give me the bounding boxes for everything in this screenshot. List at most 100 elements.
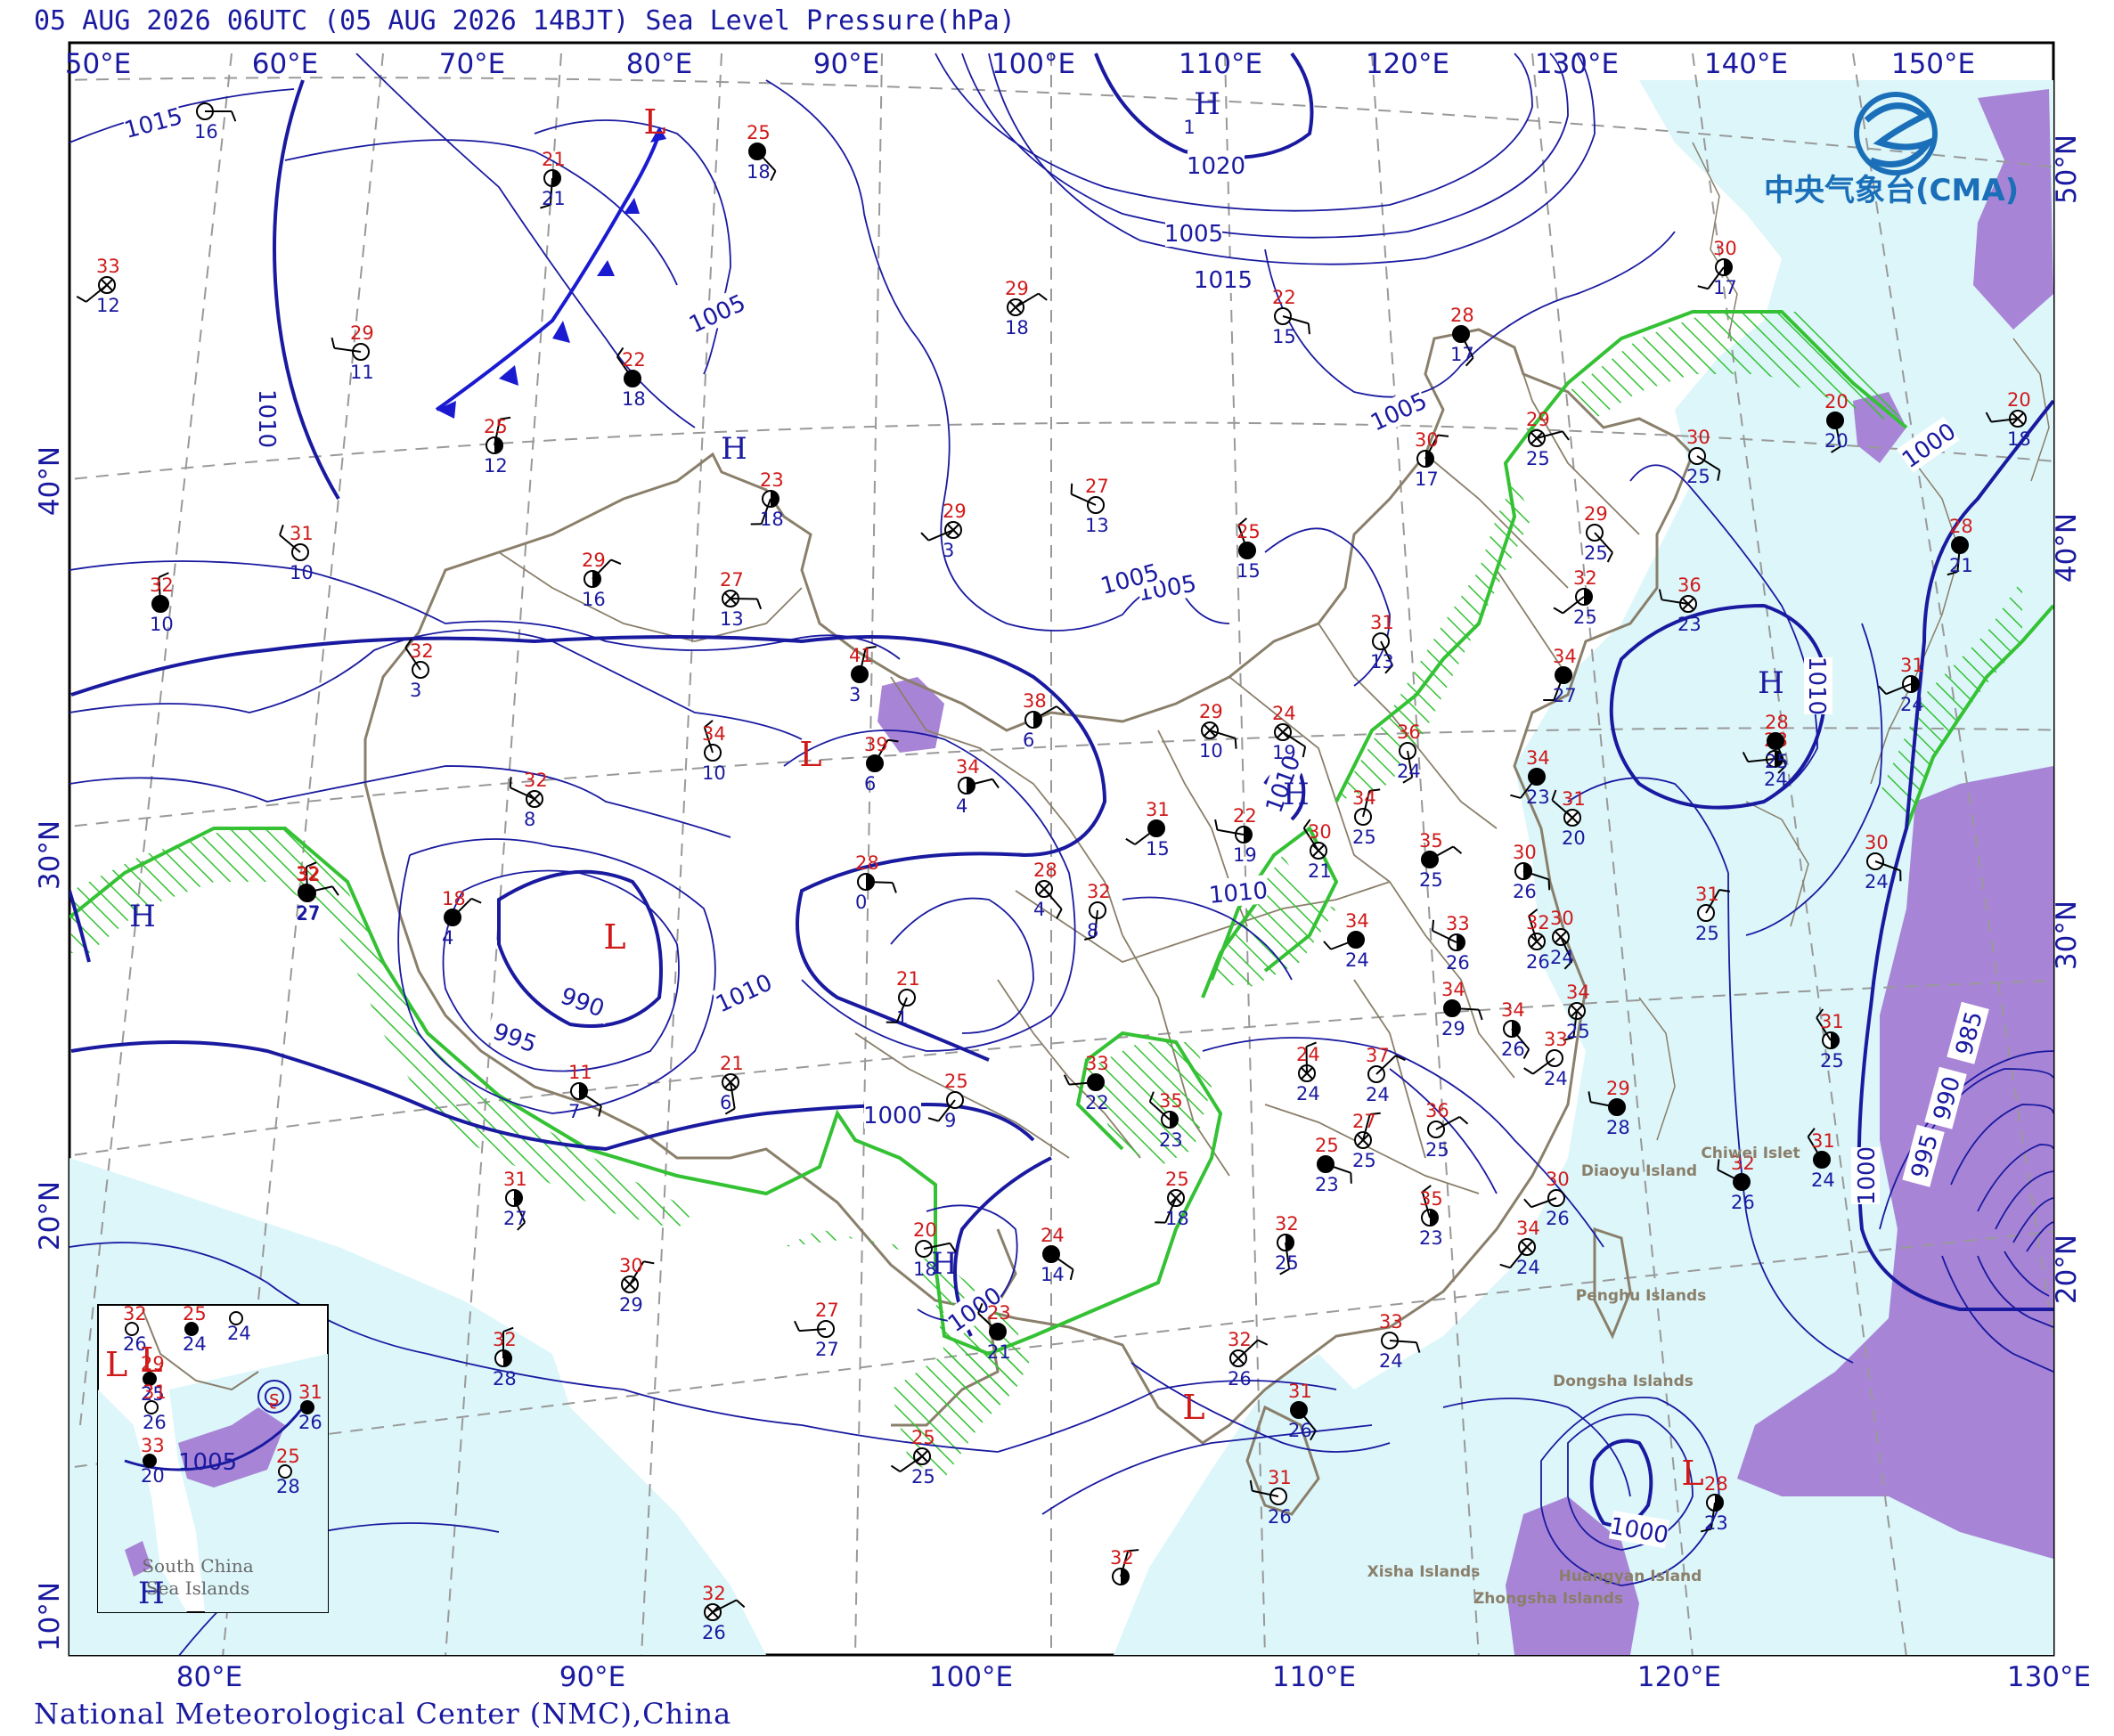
island-label: Dongsha Islands <box>1553 1373 1694 1390</box>
station-temperature: 30 <box>1415 429 1439 451</box>
lon-label-bottom: 110°E <box>1272 1661 1356 1693</box>
station-dewpoint: 3 <box>943 540 954 561</box>
isobar-label: 1015 <box>1194 265 1253 294</box>
station-temperature: 32 <box>1573 567 1597 589</box>
high-pressure-center: H <box>1283 777 1310 812</box>
station-temperature: 32 <box>296 863 320 884</box>
inset-station-temperature: 32 <box>123 1303 147 1324</box>
station-dewpoint: 19 <box>1272 742 1296 763</box>
station-dewpoint: 4 <box>442 927 453 949</box>
station-temperature: 34 <box>1352 787 1376 809</box>
station-dewpoint: 24 <box>1379 1350 1403 1372</box>
station-dewpoint: 10 <box>1199 740 1223 762</box>
station-temperature: 32 <box>150 575 174 596</box>
lat-label-right: 30°N <box>2051 901 2083 970</box>
station-temperature: 30 <box>1550 908 1574 929</box>
station-temperature: 31 <box>1370 612 1394 633</box>
station-dewpoint: 25 <box>1419 869 1443 891</box>
station-temperature: 30 <box>1865 832 1889 853</box>
lon-label-bottom: 80°E <box>176 1661 243 1693</box>
station-temperature: 25 <box>944 1071 968 1092</box>
lon-label-top: 130°E <box>1535 48 1619 80</box>
station-temperature: 23 <box>760 469 784 491</box>
station-temperature: 37 <box>1366 1045 1390 1066</box>
station-dewpoint: 26 <box>702 1622 726 1643</box>
station-temperature: 28 <box>855 852 879 874</box>
station-dewpoint: 13 <box>1370 651 1394 672</box>
station-dewpoint: 27 <box>1553 685 1577 706</box>
lon-label-top: 100°E <box>992 48 1075 80</box>
station-temperature: 24 <box>1041 1225 1065 1246</box>
station-dewpoint: 27 <box>503 1208 527 1229</box>
station-temperature: 34 <box>1441 979 1465 1000</box>
station-temperature: 34 <box>702 723 726 745</box>
lon-label-bottom: 90°E <box>559 1661 626 1693</box>
station-dewpoint: 28 <box>1606 1117 1630 1138</box>
station-temperature: 30 <box>1686 427 1710 448</box>
station-temperature: 27 <box>815 1300 839 1321</box>
cma-logo-text: 中央气象台(CMA) <box>1764 173 2019 208</box>
station-temperature: 31 <box>1288 1381 1312 1402</box>
station-temperature: 22 <box>622 349 646 371</box>
station-dewpoint: 25 <box>1686 466 1710 487</box>
station-temperature: 21 <box>720 1053 744 1074</box>
station-temperature: 24 <box>1296 1044 1320 1065</box>
station-temperature: 29 <box>350 322 374 344</box>
inset-station-dewpoint: 28 <box>276 1476 300 1497</box>
station-dewpoint: 24 <box>1544 1068 1568 1089</box>
station-dewpoint: 23 <box>1159 1129 1183 1151</box>
lon-label-top: 120°E <box>1366 48 1449 80</box>
station-temperature: 20 <box>1824 391 1849 412</box>
station-dewpoint: 18 <box>622 388 646 410</box>
station-temperature: 30 <box>1713 238 1737 259</box>
station-temperature: 32 <box>702 1583 726 1604</box>
station-temperature: 29 <box>1606 1078 1630 1099</box>
station-temperature: 32 <box>1228 1329 1252 1350</box>
station-temperature: 34 <box>1501 999 1525 1021</box>
station-dewpoint: 27 <box>296 902 320 924</box>
inset-station-dewpoint: 26 <box>298 1412 322 1433</box>
lon-label-top: 150°E <box>1891 48 1975 80</box>
station-temperature: 32 <box>524 770 548 791</box>
station-dewpoint: 26 <box>1268 1506 1292 1528</box>
station-dewpoint: 25 <box>1352 827 1376 848</box>
isobar-label: 1010 <box>1803 656 1832 715</box>
low-pressure-center: L <box>603 917 625 957</box>
station-temperature: 34 <box>1526 747 1550 769</box>
island-label: Zhongsha Islands <box>1473 1590 1623 1608</box>
station-temperature: 28 <box>1765 712 1789 733</box>
station-temperature: 23 <box>987 1302 1011 1324</box>
station-dewpoint: 24 <box>1366 1084 1390 1105</box>
station-dewpoint: 18 <box>2007 428 2031 450</box>
island-label: Penghu Islands <box>1576 1287 1707 1305</box>
station-dewpoint: 10 <box>150 614 174 635</box>
station-dewpoint: 12 <box>96 295 120 316</box>
lat-label-right: 40°N <box>2051 513 2083 583</box>
station-dewpoint: 22 <box>1085 1092 1109 1113</box>
station-temperature: 38 <box>1023 690 1047 712</box>
station-temperature: 32 <box>1087 881 1111 902</box>
isobar-label-text: 1000 <box>1854 1146 1881 1205</box>
station-dewpoint: 24 <box>1516 1257 1540 1278</box>
station-temperature: 31 <box>503 1169 527 1190</box>
footer-credit: National Meteorological Center (NMC),Chi… <box>34 1697 732 1731</box>
station-temperature: 27 <box>720 569 744 591</box>
inset-station-temperature: 31 <box>298 1381 322 1403</box>
station-temperature: 21 <box>542 149 566 170</box>
station-dewpoint: 25 <box>1573 607 1597 628</box>
station-temperature: 28 <box>1450 305 1474 326</box>
high-pressure-center: H <box>129 899 156 934</box>
station-dewpoint: 6 <box>720 1092 731 1113</box>
station-temperature: 29 <box>1199 701 1223 722</box>
station-dewpoint: 4 <box>1033 899 1045 920</box>
station-dewpoint: 20 <box>1824 430 1849 452</box>
station-dewpoint: 24 <box>1345 950 1369 971</box>
center-pressure-value: 1 <box>1183 117 1195 138</box>
station-dewpoint: 26 <box>1501 1039 1525 1060</box>
station-temperature: 31 <box>1695 884 1719 905</box>
station-temperature: 30 <box>1546 1169 1570 1190</box>
weather-map: ʂ L H 1005 South China Sea Islands 32262… <box>34 41 2091 1693</box>
station-temperature: 25 <box>747 122 771 143</box>
high-pressure-center: H <box>1194 86 1220 122</box>
station-temperature: 28 <box>1033 860 1057 881</box>
